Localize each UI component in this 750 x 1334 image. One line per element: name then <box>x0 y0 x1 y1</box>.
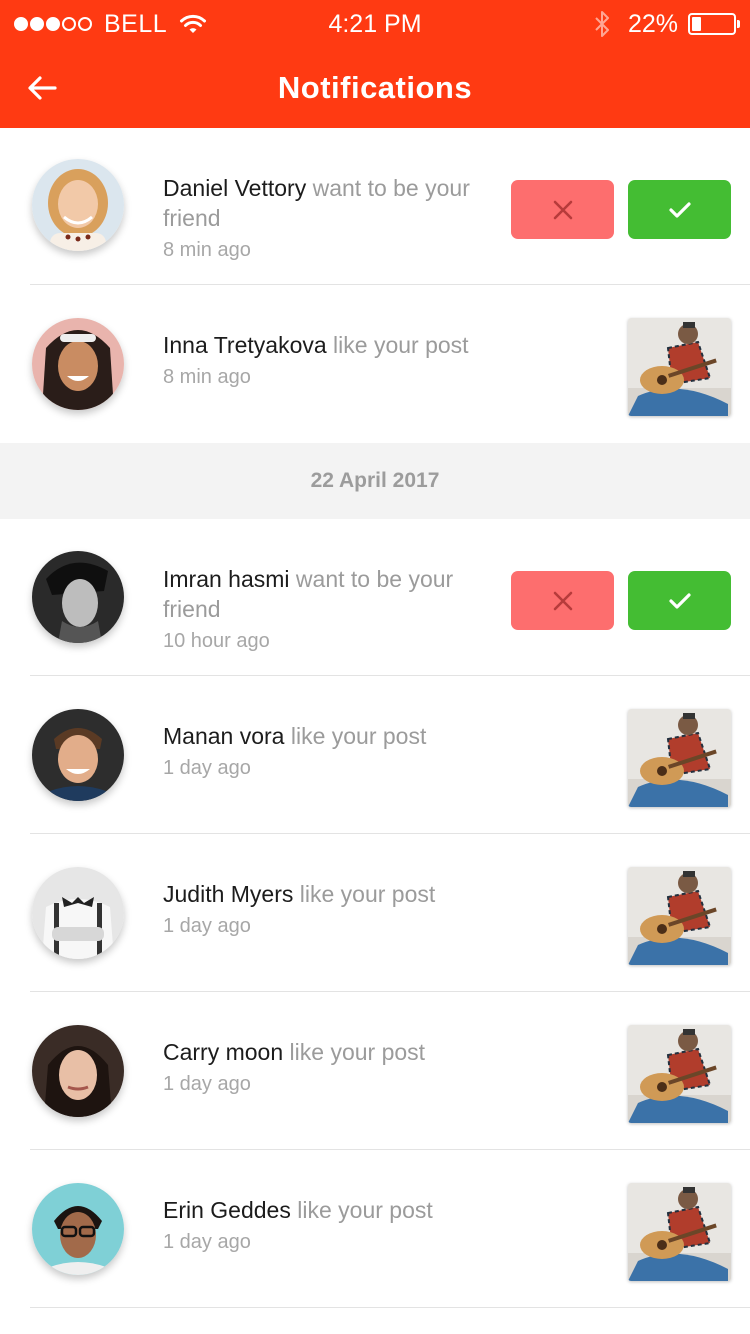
post-thumbnail[interactable] <box>628 709 731 807</box>
notification-item[interactable]: Judith Myers like your post 1 day ago <box>0 834 750 992</box>
notification-text: Erin Geddes like your post 1 day ago <box>163 1195 498 1255</box>
avatar[interactable] <box>32 551 124 643</box>
decline-button[interactable] <box>511 180 614 239</box>
accept-button[interactable] <box>628 571 731 630</box>
notification-list: Daniel Vettory want to be your friend 8 … <box>0 128 750 1308</box>
avatar[interactable] <box>32 1183 124 1275</box>
nav-bar: Notifications <box>0 48 750 128</box>
user-name[interactable]: Daniel Vettory <box>163 175 306 201</box>
checkmark-icon <box>668 201 691 218</box>
close-icon <box>553 591 572 610</box>
status-bar: BELL 4:21 PM 22% <box>0 0 750 48</box>
date-separator: 22 April 2017 <box>0 443 750 519</box>
notification-time: 1 day ago <box>163 757 251 779</box>
notification-time: 1 day ago <box>163 915 251 937</box>
battery-percent: 22% <box>627 9 678 38</box>
notification-text: Daniel Vettory want to be your friend 8 … <box>163 173 498 263</box>
notification-text: Carry moon like your post 1 day ago <box>163 1037 498 1097</box>
notification-action: like your post <box>293 881 436 907</box>
user-name[interactable]: Judith Myers <box>163 881 293 907</box>
user-name[interactable]: Inna Tretyakova <box>163 332 327 358</box>
user-name[interactable]: Imran hasmi <box>163 566 290 592</box>
checkmark-icon <box>668 592 691 609</box>
notification-item[interactable]: Inna Tretyakova like your post 8 min ago <box>0 285 750 443</box>
notification-action: like your post <box>284 723 427 749</box>
notification-item[interactable]: Manan vora like your post 1 day ago <box>0 676 750 834</box>
notification-item[interactable]: Erin Geddes like your post 1 day ago <box>0 1150 750 1308</box>
notification-message: Daniel Vettory want to be your friend <box>163 173 498 233</box>
notification-time: 1 day ago <box>163 1073 251 1095</box>
page-title: Notifications <box>277 70 473 105</box>
status-right: 22% <box>594 8 740 40</box>
accept-button[interactable] <box>628 180 731 239</box>
avatar[interactable] <box>32 1025 124 1117</box>
notification-message: Inna Tretyakova like your post <box>163 330 498 360</box>
notification-item[interactable]: Carry moon like your post 1 day ago <box>0 992 750 1150</box>
notification-action: like your post <box>283 1039 426 1065</box>
battery-icon <box>688 13 740 35</box>
close-icon <box>553 200 572 219</box>
post-thumbnail[interactable] <box>628 318 731 416</box>
notification-message: Manan vora like your post <box>163 721 498 751</box>
notification-time: 8 min ago <box>163 239 251 261</box>
bluetooth-icon <box>594 10 610 38</box>
notification-time: 1 day ago <box>163 1231 251 1253</box>
notification-message: Erin Geddes like your post <box>163 1195 498 1225</box>
notification-item[interactable]: Imran hasmi want to be your friend 10 ho… <box>0 519 750 676</box>
decline-button[interactable] <box>511 571 614 630</box>
avatar[interactable] <box>32 318 124 410</box>
user-name[interactable]: Manan vora <box>163 723 284 749</box>
user-name[interactable]: Carry moon <box>163 1039 283 1065</box>
notification-action: like your post <box>290 1197 433 1223</box>
post-thumbnail[interactable] <box>628 867 731 965</box>
user-name[interactable]: Erin Geddes <box>163 1197 291 1223</box>
notification-item[interactable]: Daniel Vettory want to be your friend 8 … <box>0 128 750 285</box>
notification-action: like your post <box>326 332 469 358</box>
avatar[interactable] <box>32 867 124 959</box>
avatar[interactable] <box>32 159 124 251</box>
app-header: BELL 4:21 PM 22% Notifications <box>0 0 750 128</box>
notification-time: 8 min ago <box>163 366 251 388</box>
notification-text: Manan vora like your post 1 day ago <box>163 721 498 781</box>
post-thumbnail[interactable] <box>628 1183 731 1281</box>
notification-message: Carry moon like your post <box>163 1037 498 1067</box>
notification-time: 10 hour ago <box>163 630 270 652</box>
avatar[interactable] <box>32 709 124 801</box>
notification-message: Imran hasmi want to be your friend <box>163 564 498 624</box>
notification-text: Imran hasmi want to be your friend 10 ho… <box>163 564 498 654</box>
notification-text: Judith Myers like your post 1 day ago <box>163 879 498 939</box>
post-thumbnail[interactable] <box>628 1025 731 1123</box>
battery-level <box>692 17 701 31</box>
notification-message: Judith Myers like your post <box>163 879 498 909</box>
notification-text: Inna Tretyakova like your post 8 min ago <box>163 330 498 390</box>
